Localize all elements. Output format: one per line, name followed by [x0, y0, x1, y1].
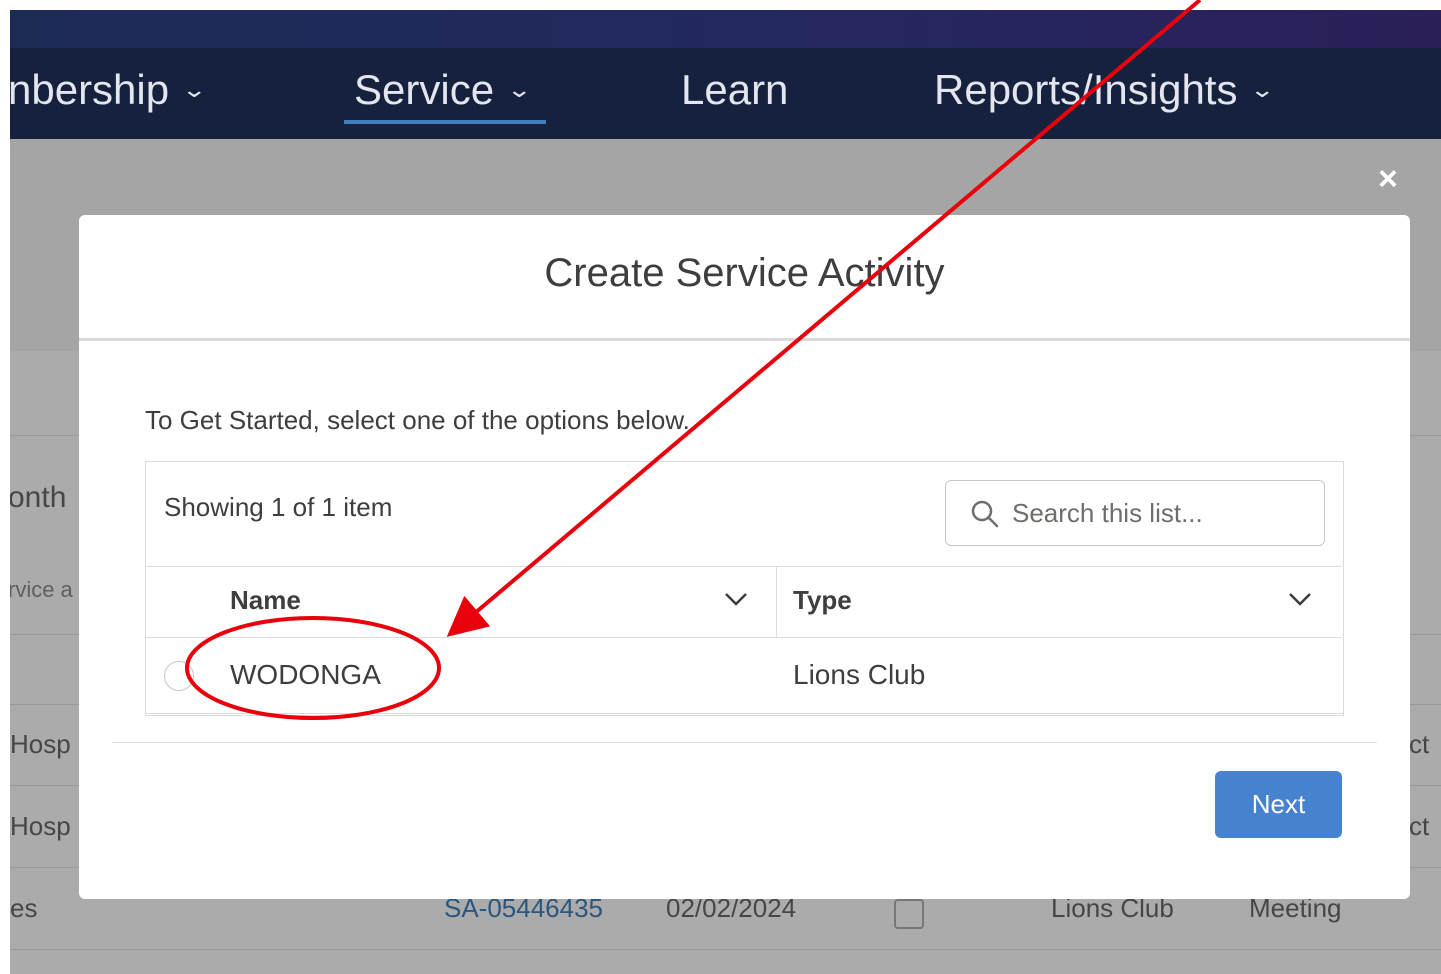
- club-list: Showing 1 of 1 item Name Type WODONGA Li…: [145, 461, 1344, 716]
- club-name-cell: WODONGA: [230, 659, 381, 690]
- close-icon[interactable]: ×: [1378, 162, 1398, 196]
- nav-item-membership[interactable]: nbership ⌄: [8, 66, 208, 114]
- modal-header: Create Service Activity: [79, 215, 1410, 341]
- nav-item-label: Reports/Insights: [934, 66, 1238, 113]
- nav-item-label: Learn: [681, 66, 789, 113]
- nav-item-reports-insights[interactable]: Reports/Insights ⌄: [934, 66, 1276, 114]
- nav-item-label: Service: [354, 66, 495, 113]
- nav-item-learn[interactable]: Learn: [681, 66, 788, 114]
- top-banner: [10, 10, 1441, 48]
- instruction-text: To Get Started, select one of the option…: [145, 405, 690, 435]
- search-box[interactable]: [945, 480, 1325, 546]
- column-header-name[interactable]: Name: [146, 566, 777, 638]
- chevron-down-icon[interactable]: [1288, 591, 1312, 607]
- chevron-down-icon: ⌄: [506, 77, 533, 102]
- club-type-cell: Lions Club: [793, 659, 926, 690]
- search-input[interactable]: [1012, 481, 1312, 545]
- search-icon: [971, 500, 999, 528]
- column-header-type[interactable]: Type: [777, 566, 1341, 638]
- next-button[interactable]: Next: [1215, 771, 1342, 838]
- nav-item-label: nbership: [8, 66, 170, 113]
- navbar: nbership ⌄ Service ⌄ Learn Reports/Insig…: [8, 48, 1441, 139]
- nav-item-service[interactable]: Service ⌄: [354, 66, 533, 114]
- modal-title: Create Service Activity: [544, 251, 945, 295]
- active-tab-indicator: [344, 120, 546, 124]
- list-count: Showing 1 of 1 item: [164, 492, 393, 522]
- chevron-down-icon: ⌄: [1249, 77, 1276, 102]
- chevron-down-icon[interactable]: [724, 591, 748, 607]
- row-radio[interactable]: [164, 661, 194, 691]
- chevron-down-icon: ⌄: [181, 77, 208, 102]
- table-row[interactable]: WODONGA Lions Club: [146, 637, 1343, 714]
- column-label: Name: [230, 585, 301, 615]
- divider: [112, 742, 1377, 743]
- create-service-activity-modal: Create Service Activity To Get Started, …: [79, 215, 1410, 899]
- column-label: Type: [793, 585, 852, 615]
